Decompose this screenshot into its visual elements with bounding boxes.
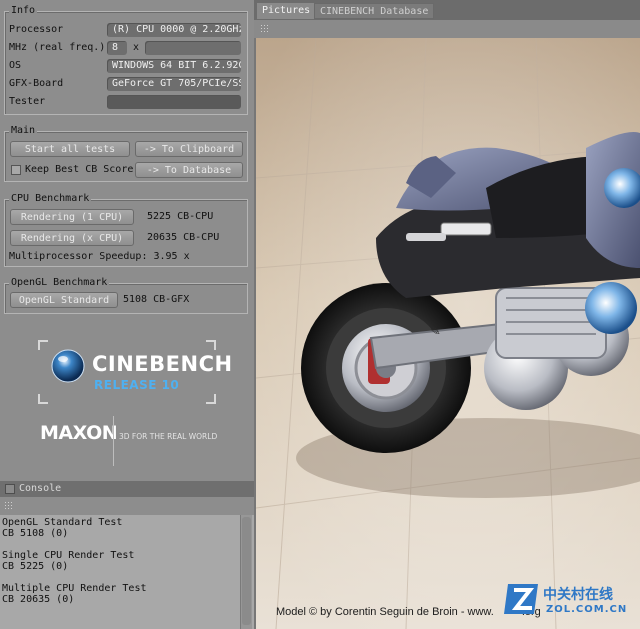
console-panel: Console OpenGL Standard Test CB 5108 (0)… [0,481,254,629]
console-toggle-checkbox[interactable] [5,484,15,494]
maxon-wordmark: MAXON [40,422,118,444]
to-clipboard-button[interactable]: -> To Clipboard [135,141,243,157]
cinebench-logo: CINEBENCH RELEASE 10 [38,340,232,404]
motorbike-render: ✎ [256,38,640,629]
console-log: OpenGL Standard Test CB 5108 (0) Single … [2,517,147,605]
logo-corner [38,340,48,350]
model-credit-caption: Model © by Corentin Seguin de Broin - ww… [276,606,541,618]
zol-logo-icon [504,584,538,614]
opengl-standard-button[interactable]: OpenGL Standard [10,292,118,308]
tab-cinebench-database[interactable]: CINEBENCH Database [314,3,435,19]
os-label: OS [9,60,22,71]
speedup-text: Multiprocessor Speedup: 3.95 x [9,251,190,262]
info-group: Info Processor (R) CPU 0000 @ 2.20GHz MH… [4,5,248,115]
grip-icon[interactable] [4,501,14,511]
opengl-benchmark-group: OpenGL Benchmark OpenGL Standard 5108 CB… [4,277,248,314]
keep-best-label: Keep Best CB Score [25,164,134,175]
svg-text:✎: ✎ [429,324,441,339]
rendering-1cpu-button[interactable]: Rendering (1 CPU) [10,209,134,225]
opengl-benchmark-title: OpenGL Benchmark [9,277,110,288]
rendering-1cpu-result: 5225 CB-CPU [147,211,214,222]
console-toolbar [0,497,254,515]
model-credit-text: Model © by Corentin Seguin de Broin - ww… [276,606,494,618]
os-field[interactable]: WINDOWS 64 BIT 6.2.92C [107,59,241,73]
info-group-title: Info [9,5,38,16]
processor-label: Processor [9,24,64,35]
start-all-tests-button[interactable]: Start all tests [10,141,130,157]
release-label: RELEASE 10 [94,378,180,392]
opengl-standard-result: 5108 CB-GFX [123,294,190,305]
console-header: Console [0,481,254,497]
console-title: Console [19,483,62,494]
console-scrollbar-thumb[interactable] [242,517,251,625]
tab-bar: Pictures CINEBENCH Database [254,0,640,20]
cpu-benchmark-group: CPU Benchmark Rendering (1 CPU) 5225 CB-… [4,193,248,267]
keep-best-checkbox[interactable] [11,165,21,175]
to-database-button[interactable]: -> To Database [135,162,243,178]
tester-field[interactable] [107,95,241,109]
render-image: ✎ Model © by Corentin Seguin de Broin - … [256,38,640,629]
settings-panel: Info Processor (R) CPU 0000 @ 2.20GHz MH… [0,0,254,629]
cinebench-wordmark: CINEBENCH [92,352,233,376]
gfx-field[interactable]: GeForce GT 705/PCIe/SS [107,77,241,91]
mhz-freq-field[interactable] [145,41,241,55]
processor-field[interactable]: (R) CPU 0000 @ 2.20GHz [107,23,241,37]
mhz-label: MHz (real freq.) [9,42,106,53]
watermark-url: ZOL.COM.CN [546,604,628,615]
main-group-title: Main [9,125,38,136]
tester-label: Tester [9,96,46,107]
cpu-benchmark-title: CPU Benchmark [9,193,92,204]
console-scrollbar[interactable] [240,515,252,629]
main-group: Main Start all tests -> To Clipboard Kee… [4,125,248,182]
pictures-pane: Pictures CINEBENCH Database ✎ Model © by… [254,0,640,629]
maxon-tagline: 3D FOR THE REAL WORLD [119,432,218,441]
pictures-toolbar [254,20,640,38]
watermark-cn-text: 中关村在线 [543,587,613,603]
logo-corner [206,340,216,350]
rendering-xcpu-result: 20635 CB-CPU [147,232,220,243]
tab-pictures[interactable]: Pictures [257,3,316,19]
logo-corner [206,394,216,404]
maxon-divider [113,416,114,466]
mhz-x-label: x [133,42,140,53]
rendering-xcpu-button[interactable]: Rendering (x CPU) [10,230,134,246]
logo-corner [38,394,48,404]
mhz-count-field[interactable]: 8 [107,41,127,55]
gfx-label: GFX-Board [9,78,64,89]
cinebench-sphere-icon [51,349,85,383]
grip-icon[interactable] [260,24,270,34]
